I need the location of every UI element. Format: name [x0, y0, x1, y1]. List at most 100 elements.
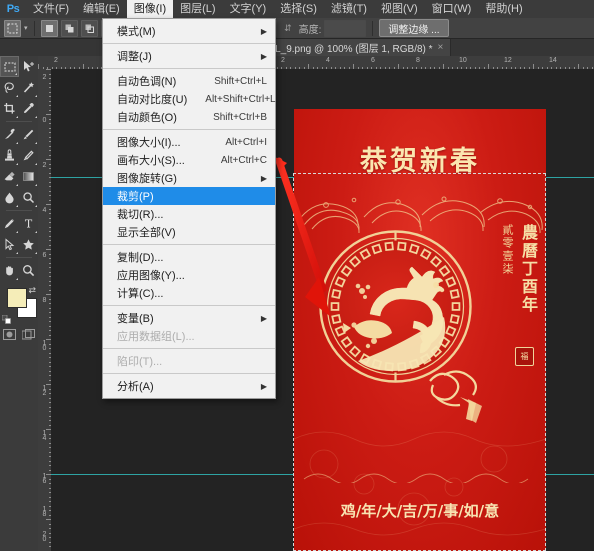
ruler-v-label: 10 [41, 340, 48, 350]
vertical-ruler[interactable]: 2 0 2 4 6 8 10 12 14 16 18 20 [38, 69, 52, 551]
rectangular-marquee-tool[interactable] [0, 56, 19, 77]
document-tab-active[interactable]: T68nL_9.png @ 100% (图层 1, RGB/8) * × [245, 39, 451, 56]
photoshop-logo: Ps [0, 0, 26, 18]
clone-stamp-tool[interactable] [0, 145, 19, 166]
ruler-v-label: 2 [41, 74, 48, 79]
menu-item-label: 图像旋转(G) [117, 170, 177, 186]
lasso-tool[interactable] [0, 77, 19, 98]
healing-brush-tool[interactable] [0, 124, 19, 145]
history-brush-tool[interactable] [19, 145, 38, 166]
hand-tool[interactable] [0, 260, 19, 281]
swap-colors-icon[interactable]: ⇄ [28, 285, 36, 296]
height-input[interactable] [324, 20, 366, 37]
submenu-arrow-icon: ▶ [261, 382, 267, 391]
eyedropper-tool[interactable] [19, 98, 38, 119]
menu-item[interactable]: 画布大小(S)...Alt+Ctrl+C [103, 151, 275, 169]
tool-preset-chevron-icon[interactable]: ▾ [24, 24, 28, 32]
menu-item[interactable]: 图像大小(I)...Alt+Ctrl+I [103, 133, 275, 151]
menu-item[interactable]: 调整(J)▶ [103, 47, 275, 65]
subtract-from-selection-icon[interactable] [81, 20, 98, 37]
anti-alias-icon[interactable]: ⇵ [280, 23, 296, 34]
blur-tool[interactable] [0, 187, 19, 208]
refine-edge-button[interactable]: 调整边缘 ... [379, 19, 448, 37]
menu-item-label: 陷印(T)... [117, 353, 162, 369]
image-menu-dropdown[interactable]: 模式(M)▶调整(J)▶自动色调(N)Shift+Ctrl+L自动对比度(U)A… [102, 18, 276, 399]
ruler-h-label: 2 [54, 57, 58, 64]
artwork-rooster-medallion [318, 229, 473, 384]
menu-item[interactable]: 分析(A)▶ [103, 377, 275, 395]
gradient-tool[interactable] [19, 166, 38, 187]
menu-select[interactable]: 选择(S) [273, 0, 324, 18]
menu-separator [103, 244, 275, 245]
ruler-v-label: 20 [41, 531, 48, 541]
add-to-selection-icon[interactable] [61, 20, 78, 37]
menu-separator [103, 348, 275, 349]
menu-item[interactable]: 自动颜色(O)Shift+Ctrl+B [103, 108, 275, 126]
menu-type[interactable]: 文字(Y) [223, 0, 274, 18]
tab-label-active: T68nL_9.png @ 100% (图层 1, RGB/8) * [252, 40, 432, 55]
path-selection-tool[interactable] [0, 234, 19, 255]
ruler-h-label: 8 [416, 57, 420, 64]
dodge-tool[interactable] [19, 187, 38, 208]
menu-view[interactable]: 视图(V) [374, 0, 425, 18]
menu-file[interactable]: 文件(F) [26, 0, 76, 18]
magic-wand-tool[interactable] [19, 77, 38, 98]
menu-item-label: 裁剪(P) [117, 188, 154, 204]
menu-item-label: 调整(J) [117, 48, 152, 64]
color-swatches: ⇄ [0, 284, 38, 324]
menu-filter[interactable]: 滤镜(T) [324, 0, 374, 18]
brush-tool[interactable] [19, 124, 38, 145]
artwork-tassel [422, 367, 488, 425]
menu-help[interactable]: 帮助(H) [478, 0, 529, 18]
menu-item[interactable]: 计算(C)... [103, 284, 275, 302]
menu-item-shortcut: Alt+Shift+Ctrl+L [187, 94, 275, 105]
ruler-h-label: 2 [281, 57, 285, 64]
menu-item[interactable]: 裁剪(P) [103, 187, 275, 205]
type-tool[interactable]: T [19, 213, 38, 234]
menu-item[interactable]: 变量(B)▶ [103, 309, 275, 327]
ruler-v-label: 4 [41, 207, 48, 212]
menu-edit[interactable]: 编辑(E) [76, 0, 127, 18]
ruler-h-label: 14 [549, 57, 557, 64]
ruler-v-label: 0 [41, 117, 48, 122]
menu-item[interactable]: 模式(M)▶ [103, 22, 275, 40]
menu-item-label: 应用图像(Y)... [117, 267, 185, 283]
menu-layer[interactable]: 图层(L) [173, 0, 222, 18]
crop-tool[interactable] [0, 98, 19, 119]
menu-item-label: 自动色调(N) [117, 73, 176, 89]
menu-item[interactable]: 自动对比度(U)Alt+Shift+Ctrl+L [103, 90, 275, 108]
marquee-tool-preset-icon[interactable] [4, 20, 21, 37]
menu-item[interactable]: 图像旋转(G)▶ [103, 169, 275, 187]
menu-item-shortcut: Shift+Ctrl+B [195, 112, 267, 123]
default-colors-icon[interactable] [2, 313, 11, 322]
photoshop-window: Ps 文件(F) 编辑(E) 图像(I) 图层(L) 文字(Y) 选择(S) 滤… [0, 0, 594, 551]
menu-item-label: 模式(M) [117, 23, 156, 39]
foreground-color-swatch[interactable] [7, 288, 27, 308]
ruler-h-label: 10 [459, 57, 467, 64]
shape-tool[interactable] [19, 234, 38, 255]
zoom-tool[interactable] [19, 260, 38, 281]
artwork-image[interactable]: 恭贺新春 [294, 109, 546, 551]
ruler-h-label: 4 [326, 57, 330, 64]
quick-mask-mode-icon[interactable] [22, 328, 36, 340]
menu-item-label: 裁切(R)... [117, 206, 163, 222]
menu-item[interactable]: 应用图像(Y)... [103, 266, 275, 284]
menu-item[interactable]: 显示全部(V) [103, 223, 275, 241]
menu-item-label: 自动对比度(U) [117, 91, 187, 107]
menu-image[interactable]: 图像(I) [127, 0, 173, 18]
menu-item[interactable]: 裁切(R)... [103, 205, 275, 223]
menu-window[interactable]: 窗口(W) [425, 0, 479, 18]
menu-separator [103, 43, 275, 44]
artwork-bottom-ornament [294, 469, 546, 483]
menu-item[interactable]: 自动色调(N)Shift+Ctrl+L [103, 72, 275, 90]
standard-mask-mode-icon[interactable] [3, 328, 17, 340]
pen-tool[interactable] [0, 213, 19, 234]
artwork-vertical-secondary: 貳零壹柒 [499, 224, 515, 314]
move-tool[interactable] [19, 56, 38, 77]
menu-item-label: 复制(D)... [117, 249, 163, 265]
close-icon[interactable]: × [438, 42, 444, 53]
menu-separator [103, 68, 275, 69]
eraser-tool[interactable] [0, 166, 19, 187]
menu-item[interactable]: 复制(D)... [103, 248, 275, 266]
new-selection-icon[interactable] [41, 20, 58, 37]
